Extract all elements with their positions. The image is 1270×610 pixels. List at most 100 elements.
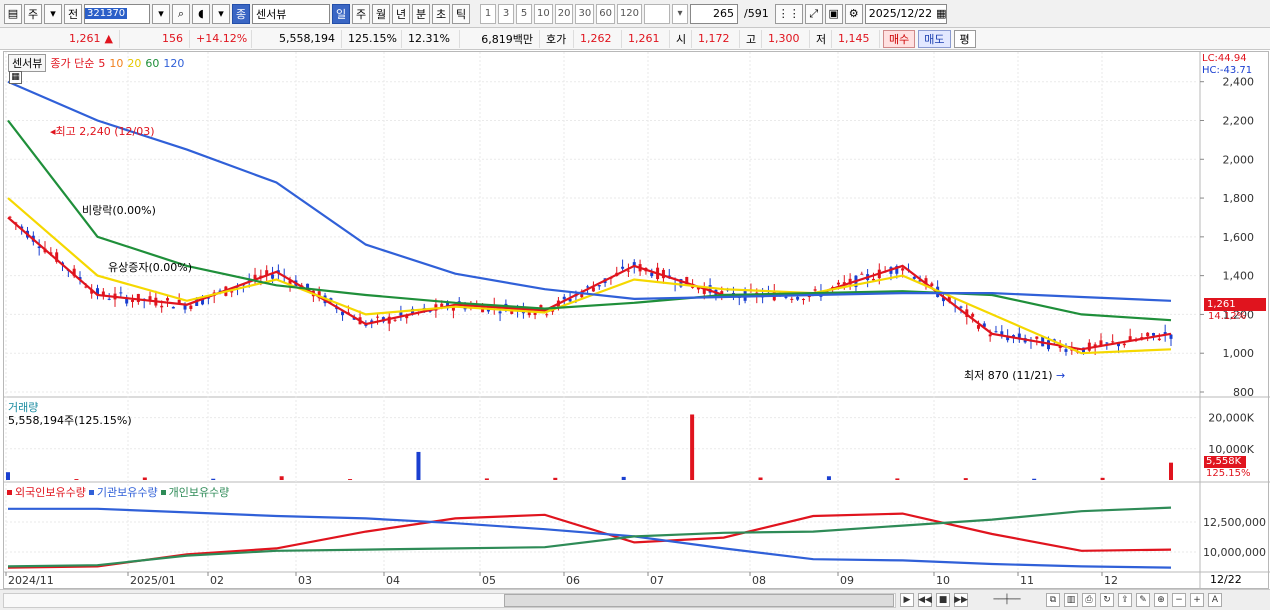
period-minute-button[interactable]: 분: [412, 3, 430, 24]
ask-price: 1,262: [574, 29, 622, 48]
chart-canvas[interactable]: 2,4002,2002,0001,8001,6001,4001,2001,000…: [4, 52, 1270, 590]
font-size-icon[interactable]: A: [1208, 593, 1222, 607]
volume-bar: [963, 478, 968, 480]
market-dropdown-icon[interactable]: ▾: [44, 3, 62, 24]
add-icon[interactable]: +: [1190, 593, 1204, 607]
candle-body: [860, 273, 864, 275]
candle-body: [504, 303, 508, 306]
chart-menu-icon[interactable]: ▤: [4, 3, 22, 24]
period-year-button[interactable]: 년: [392, 3, 410, 24]
export-icon[interactable]: ⇪: [1118, 593, 1132, 607]
price-change-pct: +14.12%: [190, 29, 252, 48]
holdings-tick-label: 10,000,000: [1203, 546, 1266, 559]
stock-code-input[interactable]: 321370: [84, 3, 150, 24]
volume-bar: [279, 476, 284, 480]
date-tick-label: 05: [482, 574, 496, 587]
holdings-axis: 12,500,000 10,000,000: [1203, 516, 1266, 559]
interval-5-button[interactable]: 5: [516, 3, 532, 24]
interval-60-button[interactable]: 60: [596, 3, 615, 24]
volume-tick-label: 20,000K: [1208, 412, 1254, 425]
zoom-out-icon[interactable]: −: [1172, 593, 1186, 607]
holdings-line-2: [7, 506, 1172, 568]
legend-individual: 개인보유수량: [168, 486, 230, 499]
fast-forward-icon[interactable]: ▶▶: [954, 593, 968, 607]
rewind-icon[interactable]: ◀◀: [918, 593, 932, 607]
zoom-in-icon[interactable]: ⊕: [1154, 593, 1168, 607]
code-dropdown-icon[interactable]: ▾: [152, 3, 170, 24]
gear-icon[interactable]: ⚙: [844, 3, 863, 24]
play-icon[interactable]: ▶: [900, 593, 914, 607]
calculator-icon[interactable]: ▦: [9, 71, 22, 84]
quote-bar: 1,261 ▲ 156 +14.12% 5,558,194 125.15% 12…: [0, 28, 1270, 50]
stock-type-icon: 종: [232, 3, 250, 24]
candle-body: [136, 293, 140, 302]
bid-price: 1,261: [622, 29, 670, 48]
stock-name-field[interactable]: 센서뷰: [252, 3, 330, 24]
type-selector[interactable]: 전: [64, 3, 82, 24]
refresh-icon[interactable]: ↻: [1100, 593, 1114, 607]
interval-120-button[interactable]: 120: [616, 3, 643, 24]
date-tick-label: 03: [298, 574, 312, 587]
search-icon[interactable]: ⌕: [172, 3, 190, 24]
price-legend: 센서뷰 종가 단순 5 10 20 60 120: [8, 54, 184, 72]
volume-last-badge: 5,558K: [1204, 456, 1246, 468]
period-second-button[interactable]: 초: [432, 3, 450, 24]
volume-bar: [826, 476, 831, 480]
date-tick-label: 08: [752, 574, 766, 587]
cursor-date-label: 12/22: [1210, 573, 1242, 586]
candle-body: [131, 299, 135, 302]
legend-stock-name[interactable]: 센서뷰: [8, 54, 47, 72]
interval-1-button[interactable]: 1: [480, 3, 496, 24]
legend-institution: 기관보유수량: [96, 486, 158, 499]
period-tick-button[interactable]: 틱: [452, 3, 470, 24]
data-count-input[interactable]: 265: [690, 3, 739, 24]
candle-body: [836, 282, 840, 285]
legend-ma-60: 60: [145, 56, 160, 70]
legend-ma-title: 종가 단순: [50, 57, 95, 70]
speed-slider[interactable]: ──┼──: [972, 593, 1042, 607]
speaker-dropdown-icon[interactable]: ▾: [212, 3, 230, 24]
period-day-button[interactable]: 일: [332, 3, 350, 24]
sell-button[interactable]: 매도: [918, 29, 951, 48]
price-tick-label: 1,400: [1223, 270, 1255, 283]
holdings-line-1: [8, 507, 1172, 569]
chart-compare-icon[interactable]: ⋮⋮: [774, 3, 803, 24]
candle-body: [1169, 334, 1173, 339]
date-tick-label: 11: [1020, 574, 1034, 587]
market-selector[interactable]: 주: [24, 3, 42, 24]
chart-scrollbar[interactable]: [3, 592, 896, 608]
volume-bar: [553, 477, 558, 480]
candle-body: [376, 316, 380, 318]
hc-label: HC:-43.71: [1202, 65, 1253, 76]
interval-custom-input[interactable]: [644, 3, 671, 24]
chart-area[interactable]: 2,400 2,200 2,000 1,800 1,600 1,400 1,200 1,000…: [3, 51, 1270, 590]
period-month-button[interactable]: 월: [372, 3, 390, 24]
stop-icon[interactable]: ■: [936, 593, 950, 607]
scrollbar-thumb[interactable]: [504, 593, 894, 607]
layout-icon[interactable]: ▥: [1064, 593, 1078, 607]
holdings-tick-label: 12,500,000: [1203, 516, 1266, 529]
speaker-icon[interactable]: ◖: [192, 3, 210, 24]
zoom-chart-icon[interactable]: ⤢: [804, 3, 823, 24]
interval-30-button[interactable]: 30: [575, 3, 595, 24]
volume-tick-label: 10,000K: [1208, 443, 1254, 456]
volume-bar: [690, 414, 695, 480]
calendar-icon[interactable]: ▦: [936, 7, 946, 20]
period-week-button[interactable]: 주: [352, 3, 370, 24]
price-tick-label: 2,000: [1223, 153, 1255, 166]
evaluate-button[interactable]: 평: [953, 29, 976, 48]
interval-20-button[interactable]: 20: [554, 3, 574, 24]
save-icon[interactable]: ▣: [824, 3, 843, 24]
interval-3-button[interactable]: 3: [498, 3, 514, 24]
buy-button[interactable]: 매수: [883, 29, 916, 48]
copy-icon[interactable]: ⧉: [1046, 593, 1060, 607]
date-input[interactable]: 2025/12/22 ▦: [864, 3, 947, 24]
legend-ma-5: 5: [98, 56, 106, 70]
print-icon[interactable]: ⎙: [1082, 593, 1096, 607]
candle-body: [988, 334, 992, 337]
interval-10-button[interactable]: 10: [534, 3, 553, 24]
legend-individual-swatch: [160, 489, 166, 495]
candle-body: [166, 298, 170, 301]
interval-dropdown-icon[interactable]: ▾: [672, 3, 689, 24]
settings-icon[interactable]: ✎: [1136, 593, 1150, 607]
